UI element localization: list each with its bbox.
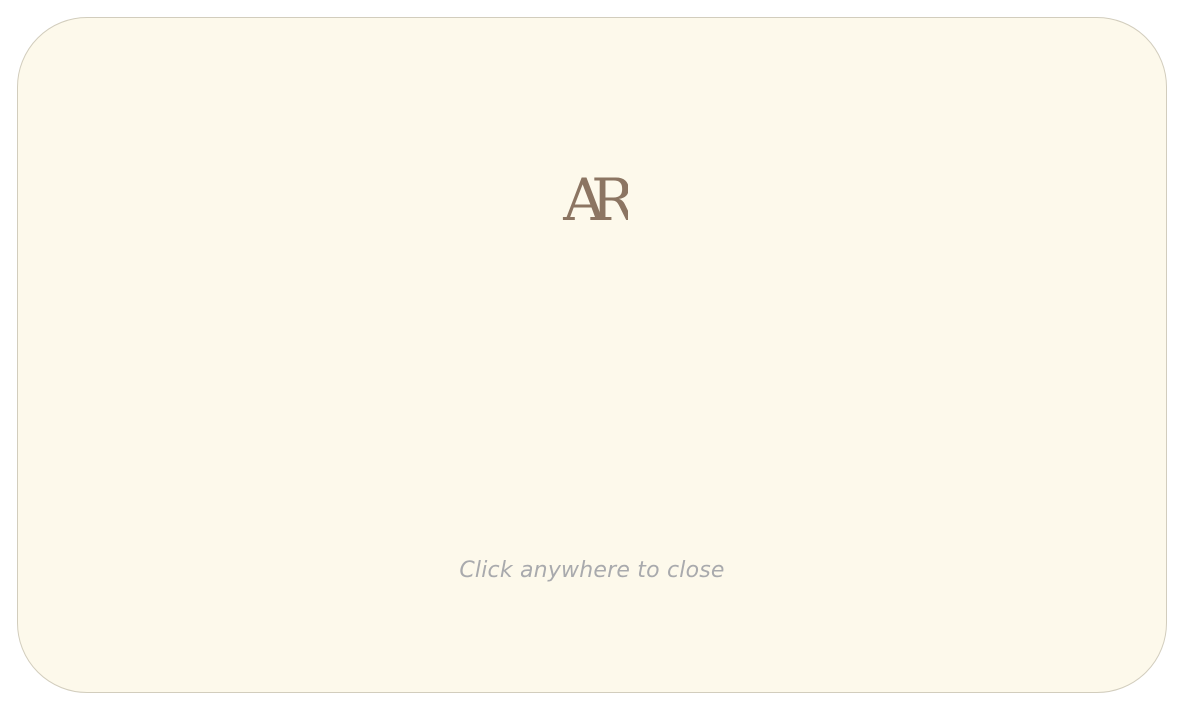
close-overlay-panel[interactable]: AR Click anywhere to close	[17, 17, 1167, 693]
close-hint-text: Click anywhere to close	[459, 558, 725, 583]
svg-text:AR: AR	[562, 166, 628, 228]
ar-monogram-logo: AR	[562, 166, 628, 228]
logo: AR	[18, 151, 1166, 241]
